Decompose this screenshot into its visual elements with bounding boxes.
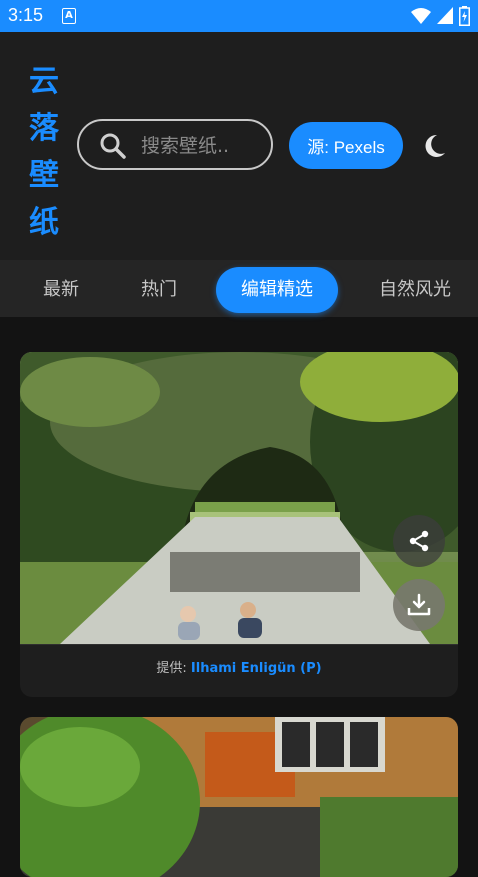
app-title-char: 云 xyxy=(29,64,59,99)
signal-icon xyxy=(437,7,453,24)
credit-prefix: 提供: xyxy=(156,661,191,676)
app-title: 云 落 壁 纸 xyxy=(22,58,66,246)
status-time: 3:15 xyxy=(8,5,44,25)
tab-nature[interactable]: 自然风光 xyxy=(362,267,468,313)
search-icon xyxy=(100,133,126,159)
credit-author-link[interactable]: Ilhami Enligün (P) xyxy=(191,661,322,676)
share-icon xyxy=(409,530,429,552)
notification-a-icon: A xyxy=(62,8,76,24)
photo-credit: 提供: Ilhami Enligün (P) xyxy=(20,644,458,697)
app-title-char: 纸 xyxy=(29,205,59,240)
tab-latest[interactable]: 最新 xyxy=(24,267,98,313)
search-input[interactable] xyxy=(139,130,263,162)
battery-icon xyxy=(459,6,470,26)
source-button[interactable]: 源: Pexels xyxy=(289,122,403,169)
tab-editors-choice[interactable]: 编辑精选 xyxy=(216,267,338,313)
status-bar: 3:15 A xyxy=(0,0,478,32)
share-button[interactable] xyxy=(393,515,445,567)
tab-popular[interactable]: 热门 xyxy=(122,267,196,313)
search-box[interactable] xyxy=(77,119,273,170)
moon-icon[interactable] xyxy=(421,133,447,159)
download-button[interactable] xyxy=(393,579,445,631)
wallpaper-card[interactable] xyxy=(20,717,458,877)
download-icon xyxy=(407,593,431,616)
wallpaper-card[interactable]: 提供: Ilhami Enligün (P) xyxy=(20,352,458,697)
category-tabs: 最新 热门 编辑精选 自然风光 xyxy=(0,260,478,317)
system-icons xyxy=(411,6,470,26)
app-title-char: 落 xyxy=(29,111,59,146)
wifi-icon xyxy=(411,8,431,24)
app-title-char: 壁 xyxy=(29,158,59,193)
app-header: 云 落 壁 纸 源: Pexels xyxy=(0,32,478,260)
wallpaper-image[interactable] xyxy=(20,717,458,877)
